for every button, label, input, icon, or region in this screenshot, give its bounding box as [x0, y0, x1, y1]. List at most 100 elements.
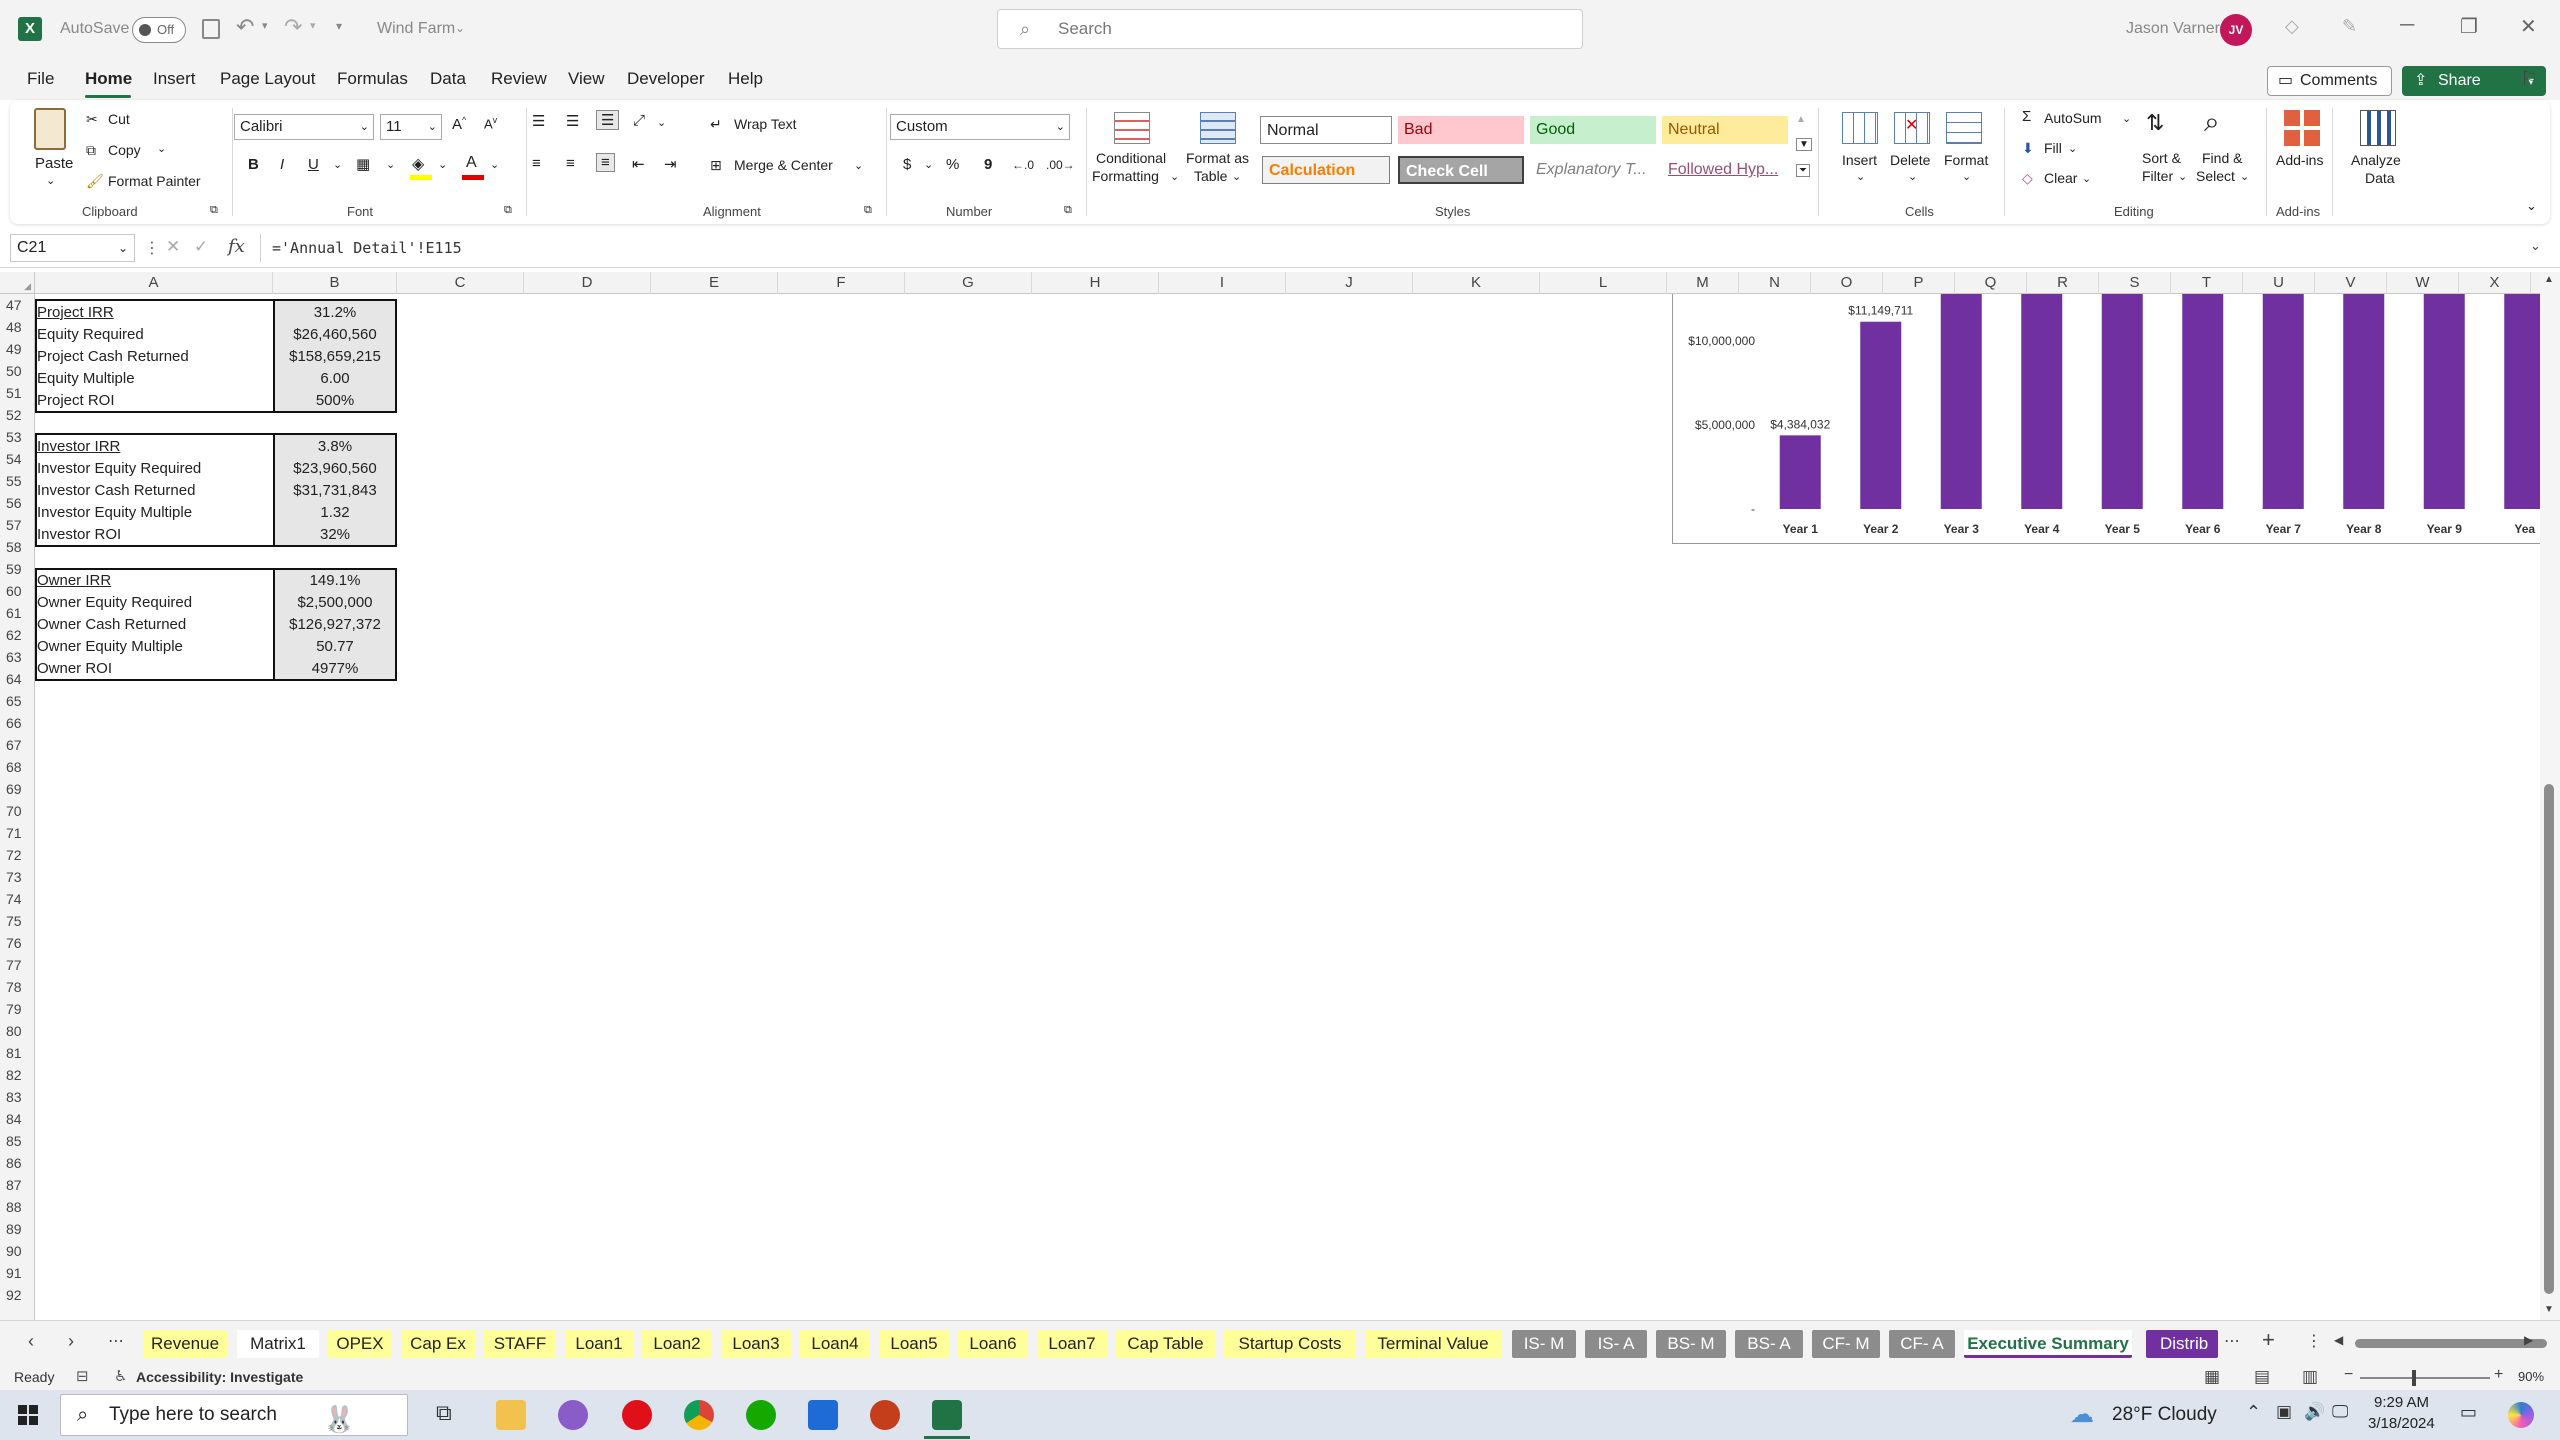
fill-dropdown-icon[interactable]: ⌄: [2068, 142, 2077, 155]
sheet-tab-loan7[interactable]: Loan7: [1037, 1330, 1107, 1358]
row-header[interactable]: 64: [0, 668, 34, 690]
redo-icon[interactable]: ↷: [284, 14, 302, 40]
sheet-tab-loan4[interactable]: Loan4: [800, 1330, 870, 1358]
sheet-tab-startup-costs[interactable]: Startup Costs: [1224, 1330, 1356, 1358]
menu-page-layout[interactable]: Page Layout: [220, 69, 315, 89]
row-header[interactable]: 75: [0, 910, 34, 932]
row-header[interactable]: 83: [0, 1086, 34, 1108]
fill-color-dropdown-icon[interactable]: ⌄: [438, 158, 447, 171]
sheet-tab-loan3[interactable]: Loan3: [721, 1330, 791, 1358]
cell-label[interactable]: Owner Equity Required: [36, 592, 192, 614]
cell-label[interactable]: Investor Equity Multiple: [36, 502, 192, 524]
sheet-tab-loan6[interactable]: Loan6: [958, 1330, 1028, 1358]
tab-scroll-left-icon[interactable]: ‹: [28, 1331, 34, 1352]
sheet-tab-distrib[interactable]: Distrib: [2146, 1330, 2218, 1358]
row-header[interactable]: 70: [0, 800, 34, 822]
column-header-r[interactable]: R: [2027, 272, 2099, 294]
underline-dropdown-icon[interactable]: ⌄: [333, 158, 342, 171]
row-header[interactable]: 54: [0, 448, 34, 470]
autosum-button[interactable]: AutoSum: [2044, 110, 2102, 126]
merge-dropdown-icon[interactable]: ⌄: [854, 159, 863, 172]
row-header[interactable]: 50: [0, 360, 34, 382]
row-header[interactable]: 47: [0, 294, 34, 316]
column-header-m[interactable]: M: [1667, 272, 1739, 294]
decrease-indent-icon[interactable]: ⇤: [632, 155, 645, 173]
minimize-icon[interactable]: ─: [2400, 14, 2414, 37]
file-name-chevron-icon[interactable]: ⌄: [455, 21, 465, 35]
cell-label[interactable]: Equity Required: [36, 324, 144, 346]
sheet-tab-executive-summary[interactable]: Executive Summary: [1964, 1330, 2132, 1358]
row-header[interactable]: 90: [0, 1240, 34, 1262]
accessibility-status[interactable]: Accessibility: Investigate: [136, 1369, 303, 1385]
cell-value[interactable]: 149.1%: [275, 570, 395, 592]
delete-cells-button[interactable]: Delete: [1890, 152, 1930, 168]
increase-font-icon[interactable]: A^: [452, 115, 466, 133]
weather-text[interactable]: 28°F Cloudy: [2112, 1404, 2217, 1426]
row-header[interactable]: 68: [0, 756, 34, 778]
menu-home[interactable]: Home: [85, 69, 132, 89]
sheet-tab-loan2[interactable]: Loan2: [642, 1330, 712, 1358]
pen-icon[interactable]: ✎: [2342, 16, 2357, 37]
row-header[interactable]: 91: [0, 1262, 34, 1284]
zoom-out-icon[interactable]: −: [2344, 1366, 2353, 1384]
column-header-w[interactable]: W: [2387, 272, 2459, 294]
orientation-dropdown-icon[interactable]: ⌄: [657, 116, 666, 129]
column-header-d[interactable]: D: [524, 272, 651, 294]
row-header[interactable]: 61: [0, 602, 34, 624]
fill-icon[interactable]: ⬇: [2022, 140, 2034, 157]
cancel-icon[interactable]: ✕: [166, 237, 180, 257]
column-header-s[interactable]: S: [2099, 272, 2171, 294]
currency-dropdown-icon[interactable]: ⌄: [924, 158, 933, 171]
decrease-decimal-icon[interactable]: .00→: [1046, 158, 1075, 172]
number-launcher-icon[interactable]: ⧉: [1064, 204, 1072, 217]
bold-button[interactable]: B: [248, 156, 259, 173]
cell-value[interactable]: $126,927,372: [275, 614, 395, 636]
file-name[interactable]: Wind Farm: [377, 20, 455, 38]
photos-icon[interactable]: [808, 1400, 838, 1430]
row-header[interactable]: 58: [0, 536, 34, 558]
column-header-l[interactable]: L: [1540, 272, 1667, 294]
cash-flow-chart[interactable]: - $5,000,000 $10,000,000 $4,384,032 Year 1 $1…: [1672, 294, 2541, 544]
format-painter-button[interactable]: Format Painter: [108, 173, 201, 189]
font-name-select[interactable]: Calibri ⌄: [234, 114, 374, 140]
formula-input[interactable]: ='Annual Detail'!E115: [272, 239, 462, 257]
cell-value[interactable]: $31,731,843: [275, 480, 395, 502]
row-header[interactable]: 60: [0, 580, 34, 602]
row-header[interactable]: 81: [0, 1042, 34, 1064]
column-header-e[interactable]: E: [651, 272, 778, 294]
sheet-tab-loan5[interactable]: Loan5: [879, 1330, 949, 1358]
row-header[interactable]: 62: [0, 624, 34, 646]
clock-time[interactable]: 9:29 AM: [2374, 1394, 2429, 1411]
paste-icon[interactable]: [34, 108, 66, 150]
column-header-o[interactable]: O: [1811, 272, 1883, 294]
merge-center-icon[interactable]: ⊞: [710, 157, 722, 174]
cell-label[interactable]: Investor IRR: [36, 436, 120, 458]
styles-scroll-down-icon[interactable]: ▼: [1796, 138, 1812, 151]
cell-value[interactable]: $158,659,215: [275, 346, 395, 368]
row-header[interactable]: 63: [0, 646, 34, 668]
cell-label[interactable]: Project Cash Returned: [36, 346, 189, 368]
cell-value[interactable]: 50.77: [275, 636, 395, 658]
vertical-scroll-thumb[interactable]: [2544, 784, 2554, 1294]
column-header-k[interactable]: K: [1413, 272, 1540, 294]
menu-insert[interactable]: Insert: [153, 69, 196, 89]
conditional-formatting-icon[interactable]: [1114, 112, 1150, 144]
paste-button[interactable]: Paste: [35, 155, 73, 172]
diamond-icon[interactable]: ◇: [2285, 16, 2299, 37]
clear-icon[interactable]: ◇: [2022, 170, 2033, 187]
sheet-tab-cap-table[interactable]: Cap Table: [1116, 1330, 1215, 1358]
style-explanatory[interactable]: Explanatory T...: [1530, 156, 1656, 184]
hscroll-left-icon[interactable]: ◀: [2334, 1333, 2343, 1347]
cell-label[interactable]: Investor Cash Returned: [36, 480, 195, 502]
find-select-dropdown-icon[interactable]: ⌄: [2240, 170, 2249, 183]
style-check-cell[interactable]: Check Cell: [1398, 156, 1524, 184]
top-align-icon[interactable]: ☰: [532, 112, 545, 130]
format-as-table-dropdown-icon[interactable]: ⌄: [1232, 170, 1241, 183]
column-header-n[interactable]: N: [1739, 272, 1811, 294]
sort-filter-button[interactable]: Sort &: [2142, 150, 2181, 166]
cell-value[interactable]: 500%: [275, 390, 395, 412]
insert-cells-dropdown-icon[interactable]: ⌄: [1856, 170, 1865, 183]
notification-icon[interactable]: ▭: [2460, 1402, 2477, 1423]
accessibility-icon[interactable]: ♿: [114, 1367, 127, 1385]
sheet-tab-is-a[interactable]: IS- A: [1585, 1330, 1647, 1358]
